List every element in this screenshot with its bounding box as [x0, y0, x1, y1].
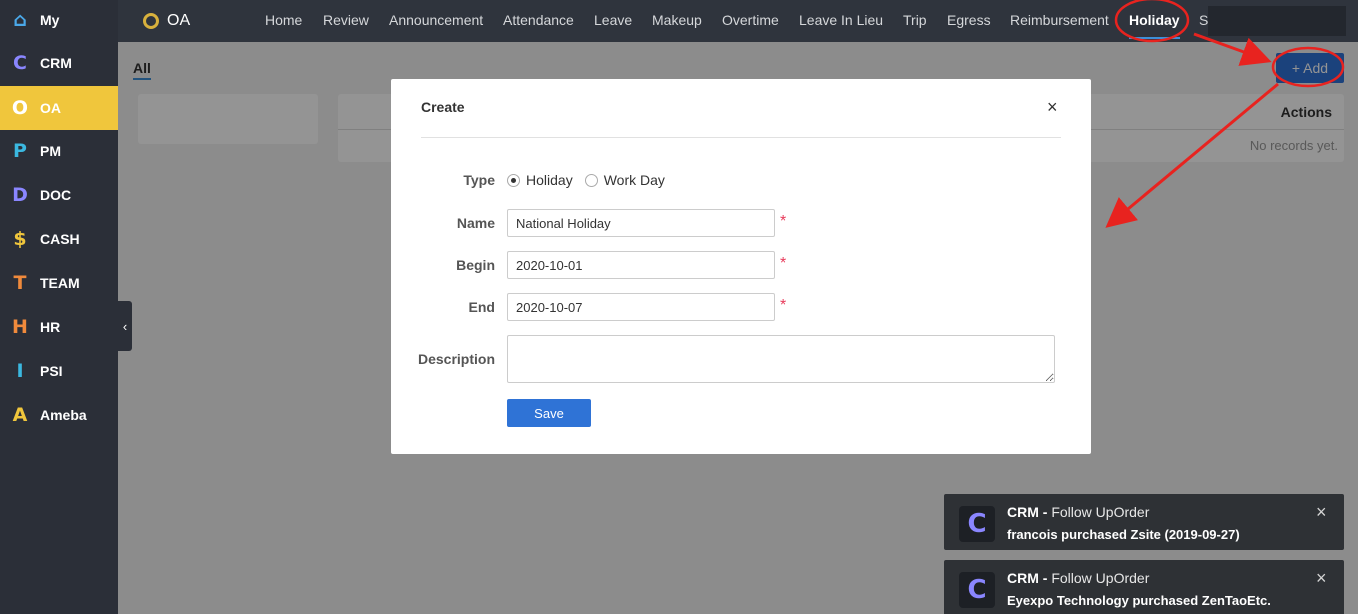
save-button[interactable]: Save [507, 399, 591, 427]
sidebar-item-psi[interactable]: I PSI [0, 349, 118, 393]
sidebar: ⌂ My C CRM O OA P PM D DOC $ CASH T TEAM… [0, 0, 118, 614]
nav-egress[interactable]: Egress [947, 0, 991, 42]
cash-icon: $ [13, 228, 27, 250]
sidebar-item-label: PM [40, 143, 61, 159]
app-brand-label: OA [167, 12, 191, 29]
sidebar-item-doc[interactable]: D DOC [0, 173, 118, 217]
sidebar-item-label: OA [40, 100, 61, 116]
ameba-icon: A [12, 404, 28, 426]
radio-work-day[interactable] [584, 173, 598, 187]
begin-label: Begin [456, 257, 495, 273]
home-icon: ⌂ [13, 9, 27, 31]
sidebar-item-pm[interactable]: P PM [0, 129, 118, 173]
hr-icon: H [12, 316, 28, 338]
notification-text: Eyexpo Technology purchased ZenTaoEtc. [1007, 593, 1271, 608]
crm-icon: C [13, 52, 27, 74]
app-brand[interactable]: OA [143, 0, 190, 42]
doc-icon: D [12, 184, 28, 206]
sidebar-item-label: HR [40, 319, 61, 335]
sidebar-item-crm[interactable]: C CRM [0, 41, 118, 85]
sidebar-item-my[interactable]: ⌂ My [0, 0, 118, 42]
chevron-left-icon[interactable]: ‹ [118, 301, 132, 351]
sidebar-item-label: TEAM [40, 275, 80, 291]
notification-app: CRM - [1007, 570, 1048, 586]
type-radio-group: Holiday Work Day [507, 172, 677, 188]
begin-date-input[interactable] [507, 251, 775, 279]
sidebar-item-label: My [40, 12, 60, 28]
nav-holiday[interactable]: Holiday [1129, 0, 1180, 42]
sidebar-item-label: CASH [40, 231, 80, 247]
nav-more[interactable]: S [1199, 0, 1208, 42]
nav-leave[interactable]: Leave [594, 0, 632, 42]
radio-holiday-label[interactable]: Holiday [526, 172, 573, 188]
notification-app: CRM - [1007, 504, 1048, 520]
close-icon[interactable]: × [1047, 97, 1058, 118]
sidebar-item-oa[interactable]: O OA [0, 86, 118, 130]
sidebar-item-hr[interactable]: H HR [0, 305, 118, 349]
nav-reimbursement[interactable]: Reimbursement [1010, 0, 1109, 42]
sidebar-item-label: PSI [40, 363, 63, 379]
search-box[interactable] [1208, 6, 1346, 36]
radio-holiday[interactable] [507, 173, 520, 187]
name-input[interactable] [507, 209, 775, 237]
sidebar-item-cash[interactable]: $ CASH [0, 217, 118, 261]
description-textarea[interactable] [507, 335, 1055, 383]
create-modal: Create × Type Holiday Work Day Name * Be… [391, 79, 1091, 454]
close-icon[interactable]: × [1316, 502, 1327, 523]
psi-icon: I [16, 360, 24, 382]
sidebar-item-label: Ameba [40, 407, 87, 423]
team-icon: T [13, 272, 27, 294]
required-mark: * [780, 255, 787, 272]
notification-title: CRM - Follow UpOrder [1007, 504, 1149, 520]
notification-title: CRM - Follow UpOrder [1007, 570, 1149, 586]
nav-announcement[interactable]: Announcement [389, 0, 483, 42]
pm-icon: P [13, 140, 27, 162]
required-mark: * [780, 213, 787, 230]
nav-makeup[interactable]: Makeup [652, 0, 702, 42]
type-label: Type [463, 172, 495, 188]
oa-icon: O [11, 97, 29, 119]
sidebar-item-label: DOC [40, 187, 72, 203]
description-label: Description [417, 351, 495, 367]
notification-title-text: Follow UpOrder [1051, 570, 1150, 586]
nav-attendance[interactable]: Attendance [503, 0, 574, 42]
notification-text: francois purchased Zsite (2019-09-27) [1007, 527, 1240, 542]
crm-icon: C [959, 572, 995, 608]
notification-title-text: Follow UpOrder [1051, 504, 1150, 520]
crm-icon: C [959, 506, 995, 542]
sidebar-item-ameba[interactable]: A Ameba [0, 393, 118, 437]
oa-ring-icon [143, 13, 159, 29]
top-nav: OA Home Review Announcement Attendance L… [118, 0, 1358, 42]
nav-trip[interactable]: Trip [903, 0, 927, 42]
notification-2[interactable]: C CRM - Follow UpOrder Eyexpo Technology… [944, 560, 1344, 614]
sidebar-item-team[interactable]: T TEAM [0, 261, 118, 305]
nav-review[interactable]: Review [323, 0, 369, 42]
required-mark: * [780, 297, 787, 314]
notification-1[interactable]: C CRM - Follow UpOrder francois purchase… [944, 494, 1344, 550]
sidebar-item-label: CRM [40, 55, 72, 71]
end-label: End [468, 299, 495, 315]
name-label: Name [456, 215, 495, 231]
nav-overtime[interactable]: Overtime [722, 0, 779, 42]
nav-leave-in-lieu[interactable]: Leave In Lieu [799, 0, 883, 42]
end-date-input[interactable] [507, 293, 775, 321]
modal-divider [421, 137, 1061, 138]
modal-title: Create [421, 99, 465, 115]
radio-work-day-label[interactable]: Work Day [604, 172, 665, 188]
close-icon[interactable]: × [1316, 568, 1327, 589]
nav-home[interactable]: Home [265, 0, 302, 42]
